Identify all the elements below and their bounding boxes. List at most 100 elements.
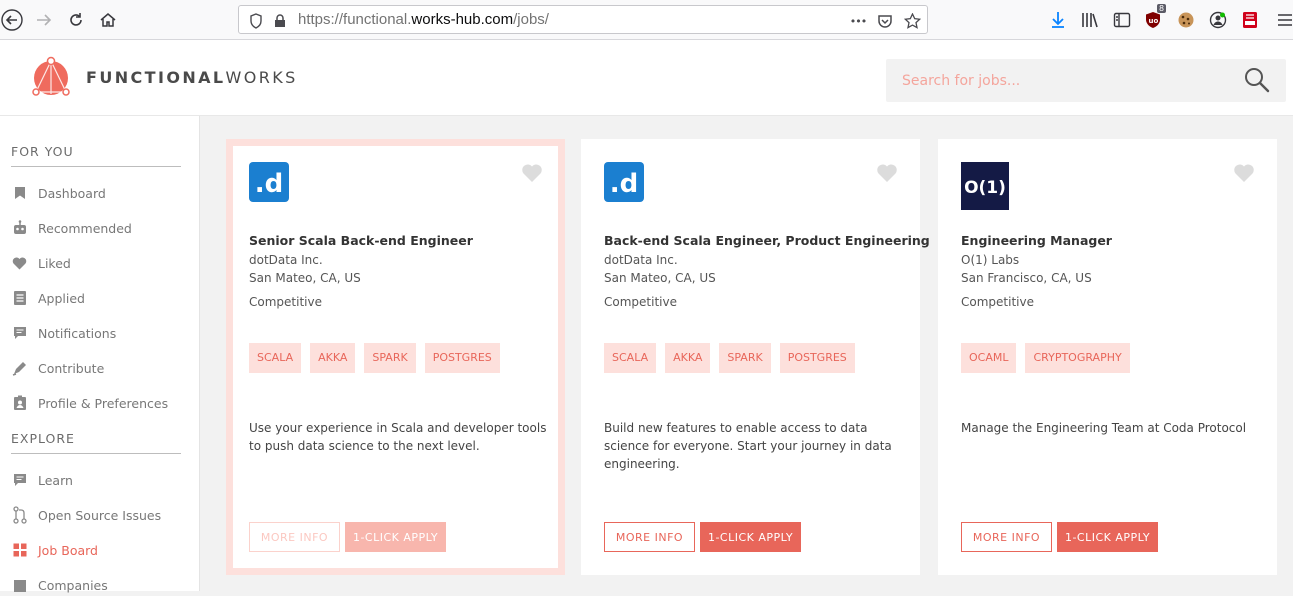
chat-icon (11, 472, 28, 489)
tag-chip[interactable]: SPARK (364, 343, 416, 373)
sidebar-item-label: Liked (38, 255, 71, 271)
account-icon[interactable] (1207, 9, 1229, 31)
sidebar-item-label: Dashboard (38, 185, 106, 201)
one-click-apply-button[interactable]: 1-CLICK APPLY (345, 522, 446, 552)
url-bar[interactable]: https://functional.works-hub.com/jobs/ •… (238, 5, 928, 34)
more-info-button[interactable]: MORE INFO (604, 522, 695, 552)
job-description: Use your experience in Scala and develop… (249, 421, 547, 453)
sidebar-item-profile-preferences[interactable]: Profile & Preferences (11, 392, 191, 414)
sidebar-item-dashboard[interactable]: Dashboard (11, 182, 191, 204)
sidebar-toggle-icon[interactable] (1111, 9, 1133, 31)
company-name: dotData Inc. (604, 253, 678, 267)
tag-list: SCALA AKKA SPARK POSTGRES (604, 343, 855, 373)
pen-icon (11, 360, 28, 377)
tag-chip[interactable]: CRYPTOGRAPHY (1025, 343, 1130, 373)
section-title-explore: EXPLORE (11, 431, 181, 454)
job-card[interactable]: .d Back-end Scala Engineer, Product Engi… (581, 139, 930, 575)
tag-chip[interactable]: POSTGRES (779, 343, 855, 373)
svg-text:O(1): O(1) (964, 178, 1006, 198)
url-text[interactable]: https://functional.works-hub.com/jobs/ (298, 11, 549, 28)
sidebar-item-job-board[interactable]: Job Board (11, 539, 191, 561)
company-name: dotData Inc. (249, 253, 323, 267)
job-board: .d Senior Scala Back-end Engineer dotDat… (201, 116, 1293, 591)
profile-icon (11, 395, 28, 412)
sidebar-item-contribute[interactable]: Contribute (11, 357, 191, 379)
svg-text:.d: .d (610, 169, 639, 199)
job-description: Manage the Engineering Team at Coda Prot… (961, 421, 1247, 435)
like-heart-icon[interactable] (876, 163, 898, 183)
company-logo[interactable]: .d (249, 162, 297, 210)
job-description: Build new features to enable access to d… (604, 421, 892, 471)
like-heart-icon[interactable] (521, 163, 543, 183)
robot-icon (11, 220, 28, 237)
chat-icon (11, 325, 28, 342)
job-title[interactable]: Back-end Scala Engineer, Product Enginee… (604, 233, 930, 248)
search-icon[interactable] (1243, 66, 1271, 94)
job-title[interactable]: Engineering Manager (961, 233, 1112, 248)
tag-chip[interactable]: POSTGRES (424, 343, 500, 373)
forward-icon[interactable] (32, 8, 56, 32)
job-location: San Mateo, CA, US (604, 271, 716, 285)
git-icon (11, 506, 28, 524)
back-icon[interactable] (0, 8, 24, 32)
tag-chip[interactable]: SCALA (604, 343, 657, 373)
sidebar-item-learn[interactable]: Learn (11, 469, 191, 491)
tag-chip[interactable]: SPARK (719, 343, 771, 373)
job-salary: Competitive (249, 295, 322, 309)
menu-icon[interactable] (1274, 9, 1293, 31)
heart-icon (11, 255, 28, 272)
tag-chip[interactable]: AKKA (310, 343, 356, 373)
company-name: O(1) Labs (961, 253, 1020, 267)
sidebar-item-label: Profile & Preferences (38, 395, 169, 411)
sidebar-item-label: Recommended (38, 220, 132, 236)
page-actions-icon[interactable]: ••• (847, 12, 869, 30)
brand-name[interactable]: FUNCTIONALWORKS (86, 68, 298, 87)
home-icon[interactable] (96, 8, 120, 32)
job-salary: Competitive (604, 295, 677, 309)
search-box (886, 59, 1286, 102)
download-icon[interactable] (1047, 9, 1069, 31)
sidebar-item-applied[interactable]: Applied (11, 287, 191, 309)
sidebar-item-liked[interactable]: Liked (11, 252, 191, 274)
tag-chip[interactable]: AKKA (665, 343, 711, 373)
search-input[interactable] (886, 59, 1226, 102)
sidebar-item-label: Companies (38, 577, 108, 593)
company-logo[interactable]: O(1) (961, 162, 1009, 210)
like-heart-icon[interactable] (1233, 163, 1255, 183)
more-info-button[interactable]: MORE INFO (961, 522, 1052, 552)
library-icon[interactable] (1079, 9, 1101, 31)
ublock-icon[interactable]: uo 8 (1143, 4, 1167, 31)
sidebar-item-recommended[interactable]: Recommended (11, 217, 191, 239)
tag-chip[interactable]: OCAML (961, 343, 1017, 373)
company-logo[interactable]: .d (604, 162, 652, 210)
job-salary: Competitive (961, 295, 1034, 309)
sidebar-item-notifications[interactable]: Notifications (11, 322, 191, 344)
sidebar: FOR YOU Dashboard Recommended Liked Appl… (0, 116, 200, 593)
sidebar-item-open-source-issues[interactable]: Open Source Issues (11, 504, 191, 526)
job-card[interactable]: O(1) Engineering Manager O(1) Labs San F… (938, 139, 1277, 575)
svg-text:.d: .d (255, 169, 284, 199)
reload-icon[interactable] (64, 8, 88, 32)
tag-list: SCALA AKKA SPARK POSTGRES (249, 343, 500, 373)
sidebar-item-companies[interactable]: Companies (11, 574, 191, 596)
sidebar-item-label: Notifications (38, 325, 117, 341)
section-title-for-you: FOR YOU (11, 144, 181, 167)
more-info-button[interactable]: MORE INFO (249, 522, 340, 552)
one-click-apply-button[interactable]: 1-CLICK APPLY (700, 522, 801, 552)
shield-icon[interactable] (247, 12, 265, 30)
one-click-apply-button[interactable]: 1-CLICK APPLY (1057, 522, 1158, 552)
tag-chip[interactable]: SCALA (249, 343, 302, 373)
sidebar-item-label: Learn (38, 472, 73, 488)
job-title[interactable]: Senior Scala Back-end Engineer (249, 233, 473, 248)
grid-icon (11, 542, 28, 559)
job-card[interactable]: .d Senior Scala Back-end Engineer dotDat… (226, 139, 565, 575)
pocket-icon[interactable] (876, 12, 894, 30)
tag-list: OCAML CRYPTOGRAPHY (961, 343, 1130, 373)
bookmark-star-icon[interactable] (903, 12, 921, 30)
cookie-icon[interactable] (1175, 9, 1197, 31)
ublock-badge: 8 (1157, 4, 1167, 13)
job-location: San Francisco, CA, US (961, 271, 1092, 285)
lock-icon[interactable] (271, 12, 289, 30)
pdf-extension-icon[interactable] (1239, 9, 1261, 31)
functional-works-logo-icon[interactable] (30, 56, 72, 98)
